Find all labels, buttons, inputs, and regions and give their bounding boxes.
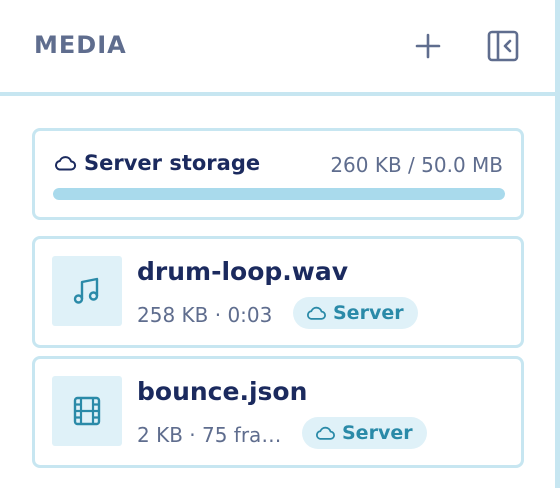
- sidebar-collapse-icon: [487, 30, 519, 62]
- storage-label: Server storage: [84, 151, 261, 175]
- cloud-icon: [53, 153, 77, 173]
- collapse-panel-button[interactable]: [486, 29, 520, 63]
- panel-header: MEDIA: [0, 0, 555, 92]
- media-item-bounce[interactable]: bounce.json 2 KB · 75 fra… Server: [32, 356, 524, 468]
- film-icon: [73, 396, 101, 426]
- server-badge: Server: [293, 297, 418, 329]
- add-media-button[interactable]: [412, 30, 444, 62]
- server-badge-label: Server: [333, 302, 404, 324]
- media-file-name: drum-loop.wav: [137, 257, 349, 286]
- media-thumbnail: [52, 256, 122, 326]
- header-divider: [0, 92, 555, 96]
- panel-title: MEDIA: [34, 31, 127, 59]
- cloud-icon: [307, 306, 326, 320]
- storage-card: Server storage 260 KB / 50.0 MB: [32, 128, 524, 220]
- media-panel: MEDIA Server storage 260 KB / 50.0 MB dr…: [0, 0, 560, 488]
- storage-progress-bar: [53, 188, 505, 200]
- server-badge-label: Server: [342, 422, 413, 444]
- media-item-drum-loop[interactable]: drum-loop.wav 258 KB · 0:03 Server: [32, 236, 524, 348]
- music-note-icon: [73, 277, 99, 304]
- media-file-meta: 258 KB · 0:03: [137, 303, 273, 327]
- plus-icon: [415, 33, 441, 59]
- media-thumbnail: [52, 376, 122, 446]
- storage-usage: 260 KB / 50.0 MB: [330, 153, 503, 177]
- media-file-meta: 2 KB · 75 fra…: [137, 423, 282, 447]
- cloud-icon: [316, 426, 335, 440]
- storage-label-group: Server storage: [53, 151, 260, 175]
- server-badge: Server: [302, 417, 427, 449]
- storage-progress-fill: [53, 188, 505, 200]
- media-file-name: bounce.json: [137, 377, 308, 406]
- panel-right-border: [555, 0, 560, 488]
